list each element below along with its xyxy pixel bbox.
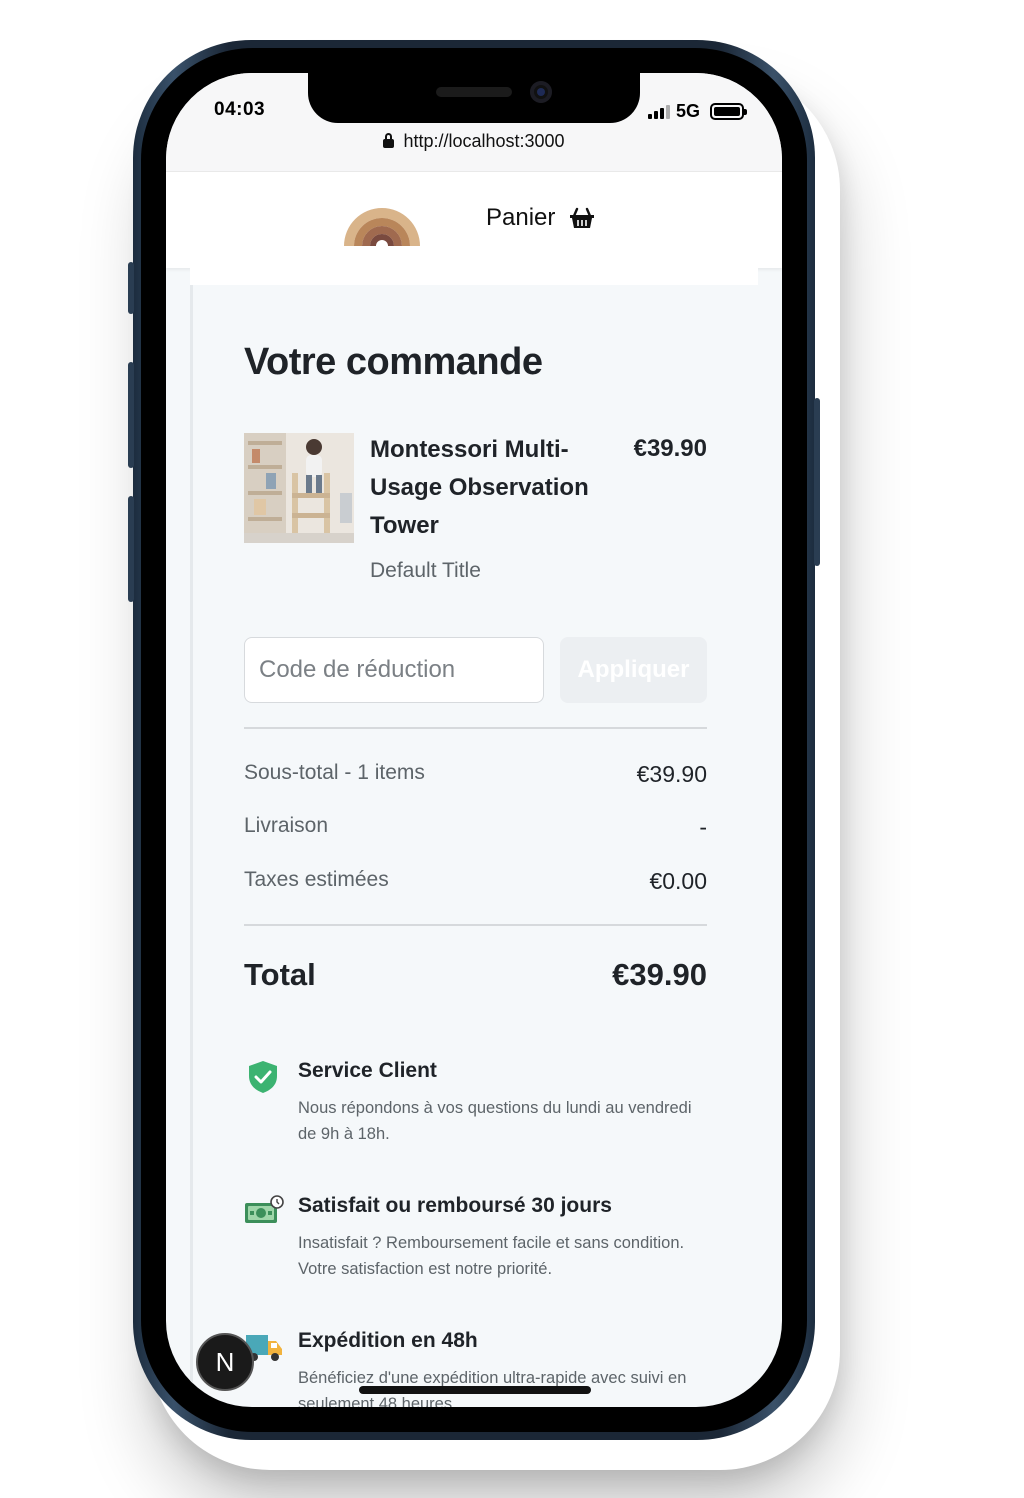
feature-money-back: Satisfait ou remboursé 30 jours Insatisf… (244, 1194, 714, 1284)
subtotal-value: €39.90 (636, 761, 707, 787)
nextjs-dev-badge[interactable]: N (196, 1333, 254, 1391)
taxes-value: €0.00 (649, 868, 707, 894)
battery-icon (710, 103, 747, 120)
speaker-grille (436, 87, 512, 97)
discount-code-input[interactable] (244, 637, 544, 703)
product-price: €39.90 (633, 435, 707, 462)
network-label: 5G (676, 101, 701, 121)
phone-side-button-power (814, 398, 820, 566)
subtotal-label: Sous-total - 1 items (244, 761, 425, 784)
status-time: 04:03 (214, 99, 266, 120)
product-name[interactable]: Montessori Multi-Usage Observation Tower (370, 431, 620, 545)
feature-text: Nous répondons à vos questions du lundi … (298, 1099, 692, 1143)
cart-link[interactable]: Panier (486, 204, 595, 232)
url-text: http://localhost:3000 (403, 131, 565, 151)
money-refund-icon (245, 1195, 284, 1223)
product-thumbnail[interactable] (244, 433, 354, 543)
content-top-strip (190, 267, 758, 285)
address-bar[interactable]: http://localhost:3000 (166, 131, 782, 152)
feature-title: Satisfait ou remboursé 30 jours (298, 1194, 612, 1217)
page-title: Votre commande (244, 341, 543, 383)
lock-icon (383, 133, 395, 148)
front-camera (530, 81, 552, 103)
nextjs-logo-icon: N (215, 1346, 235, 1377)
feature-title: Expédition en 48h (298, 1329, 478, 1352)
site-header: Panier (166, 171, 782, 268)
signal-icon (648, 105, 670, 119)
feature-customer-service: Service Client Nous répondons à vos ques… (244, 1059, 714, 1149)
phone-screen: 04:03 5G http://localhost:3000 Panier Vo… (166, 73, 782, 1407)
home-indicator[interactable] (359, 1386, 591, 1394)
phone-side-button-volume-down (128, 496, 134, 602)
feature-shipping: Expédition en 48h Bénéficiez d'une expéd… (244, 1329, 714, 1407)
total-label: Total (244, 957, 316, 992)
rainbow-logo[interactable] (342, 194, 422, 246)
shipping-label: Livraison (244, 814, 329, 837)
taxes-label: Taxes estimées (244, 868, 389, 891)
phone-side-button-volume-up (128, 362, 134, 468)
apply-discount-button[interactable]: Appliquer (560, 637, 707, 703)
total-value: €39.90 (612, 957, 707, 992)
phone-side-button-mute (128, 262, 134, 314)
shield-check-icon (249, 1061, 277, 1093)
summary-divider-top (244, 727, 707, 729)
cart-label: Panier (486, 204, 556, 231)
phone-notch (308, 73, 640, 123)
product-variant: Default Title (370, 559, 481, 582)
shipping-value: - (699, 814, 707, 840)
summary-divider-bottom (244, 924, 707, 926)
content-divider (190, 285, 193, 1407)
feature-text: Insatisfait ? Remboursement facile et sa… (298, 1234, 685, 1278)
feature-title: Service Client (298, 1059, 437, 1082)
basket-icon (570, 207, 595, 228)
